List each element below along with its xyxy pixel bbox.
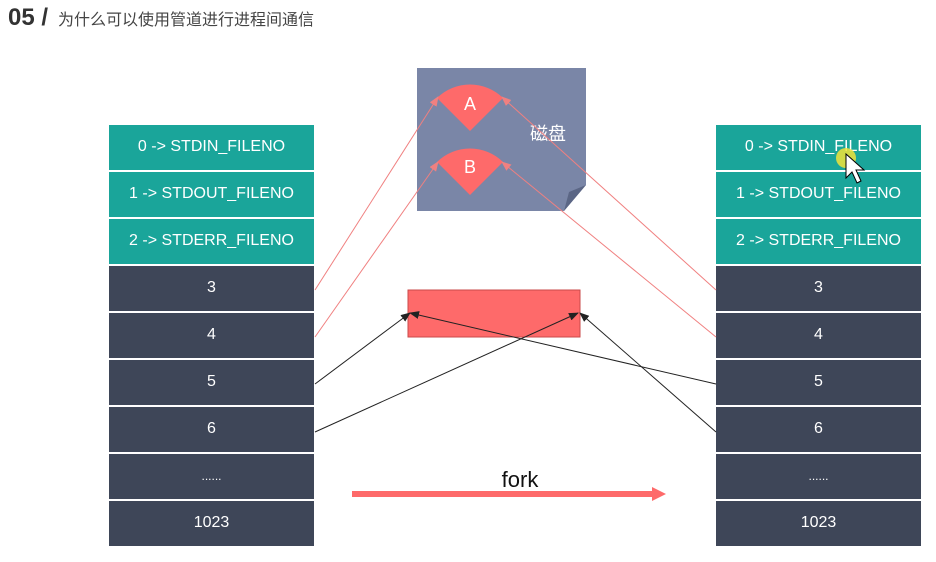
file-b-label: B bbox=[464, 157, 476, 177]
file-a-label: A bbox=[464, 94, 476, 114]
fork-label: fork bbox=[502, 467, 540, 492]
diagram-overlay: 磁盘 A B fork bbox=[314, 68, 866, 501]
fork-arrow-head bbox=[652, 487, 666, 501]
parent-fd5-to-pipe-arrow bbox=[314, 312, 411, 385]
fork-arrow-shaft bbox=[352, 491, 652, 497]
pipe-buffer bbox=[407, 289, 581, 338]
child-fd6-to-pipe-arrow bbox=[579, 312, 717, 433]
